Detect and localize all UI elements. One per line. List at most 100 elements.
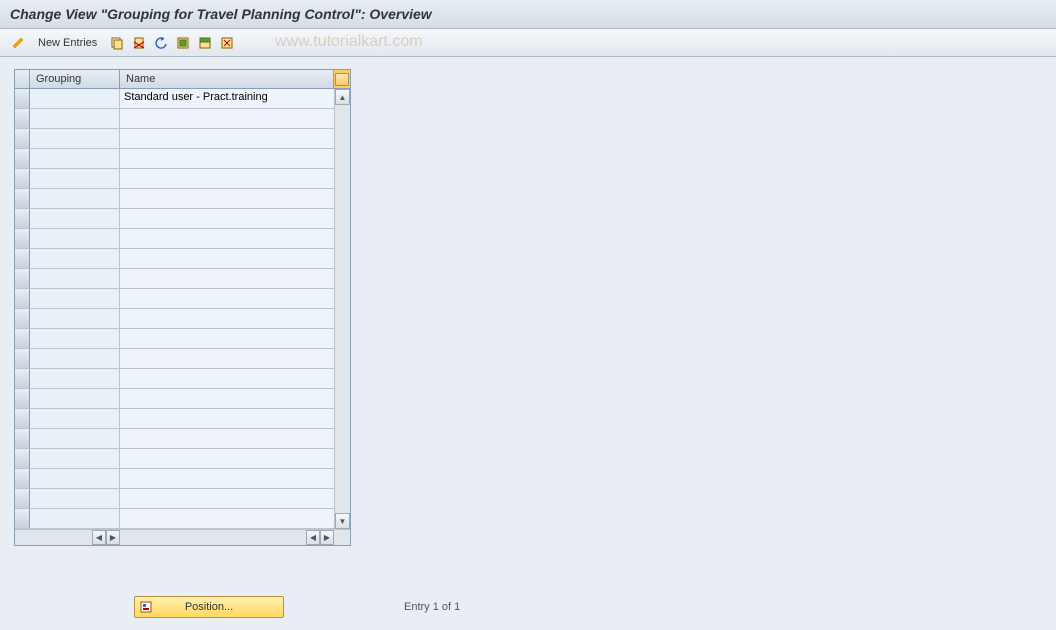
cell-grouping[interactable]	[30, 189, 120, 208]
table-row	[15, 129, 334, 149]
row-selector[interactable]	[15, 289, 30, 308]
cell-name[interactable]	[120, 109, 334, 128]
table-row	[15, 309, 334, 329]
cell-name[interactable]	[120, 229, 334, 248]
row-selector[interactable]	[15, 489, 30, 508]
row-selector[interactable]	[15, 109, 30, 128]
row-selector[interactable]	[15, 189, 30, 208]
row-selector[interactable]	[15, 229, 30, 248]
toggle-edit-icon[interactable]	[10, 35, 26, 51]
cell-name[interactable]: Standard user - Pract.training	[120, 89, 334, 108]
scroll-down-icon[interactable]: ▼	[335, 513, 350, 529]
cell-grouping[interactable]	[30, 229, 120, 248]
cell-grouping[interactable]	[30, 349, 120, 368]
cell-grouping[interactable]	[30, 129, 120, 148]
new-entries-button[interactable]: New Entries	[32, 37, 103, 49]
vertical-scrollbar[interactable]: ▲ ▼	[334, 89, 350, 529]
cell-name[interactable]	[120, 389, 334, 408]
row-selector[interactable]	[15, 509, 30, 528]
table-row	[15, 289, 334, 309]
undo-icon[interactable]	[153, 35, 169, 51]
cell-name[interactable]	[120, 429, 334, 448]
cell-name[interactable]	[120, 289, 334, 308]
cell-grouping[interactable]	[30, 309, 120, 328]
row-selector[interactable]	[15, 269, 30, 288]
row-selector[interactable]	[15, 89, 30, 108]
row-selector[interactable]	[15, 149, 30, 168]
scroll-up-icon[interactable]: ▲	[335, 89, 350, 105]
cell-name[interactable]	[120, 129, 334, 148]
cell-grouping[interactable]	[30, 169, 120, 188]
row-selector[interactable]	[15, 369, 30, 388]
position-button[interactable]: Position...	[134, 596, 284, 618]
hscroll-track[interactable]	[120, 530, 306, 545]
cell-name[interactable]	[120, 469, 334, 488]
row-selector[interactable]	[15, 409, 30, 428]
cell-grouping[interactable]	[30, 89, 120, 108]
cell-grouping[interactable]	[30, 249, 120, 268]
cell-grouping[interactable]	[30, 369, 120, 388]
cell-grouping[interactable]	[30, 149, 120, 168]
row-selector[interactable]	[15, 209, 30, 228]
column-header-name[interactable]: Name	[120, 70, 334, 88]
cell-name[interactable]	[120, 269, 334, 288]
watermark: www.tutorialkart.com	[275, 33, 423, 51]
cell-name[interactable]	[120, 409, 334, 428]
row-selector[interactable]	[15, 129, 30, 148]
row-selector[interactable]	[15, 469, 30, 488]
cell-grouping[interactable]	[30, 329, 120, 348]
table-row	[15, 329, 334, 349]
cell-name[interactable]	[120, 189, 334, 208]
scroll-right-icon-2[interactable]: ▶	[320, 530, 334, 545]
cell-name[interactable]	[120, 169, 334, 188]
select-all-rows[interactable]	[15, 70, 30, 88]
scroll-left-icon-2[interactable]: ◀	[306, 530, 320, 545]
cell-name[interactable]	[120, 349, 334, 368]
cell-name[interactable]	[120, 329, 334, 348]
cell-grouping[interactable]	[30, 389, 120, 408]
cell-grouping[interactable]	[30, 289, 120, 308]
scroll-left-icon[interactable]: ◀	[92, 530, 106, 545]
cell-grouping[interactable]	[30, 509, 120, 528]
scroll-track[interactable]	[335, 105, 350, 513]
row-selector[interactable]	[15, 249, 30, 268]
row-selector[interactable]	[15, 349, 30, 368]
row-selector[interactable]	[15, 449, 30, 468]
table-row	[15, 449, 334, 469]
cell-name[interactable]	[120, 209, 334, 228]
cell-grouping[interactable]	[30, 269, 120, 288]
row-selector[interactable]	[15, 309, 30, 328]
scroll-right-icon[interactable]: ▶	[106, 530, 120, 545]
cell-grouping[interactable]	[30, 429, 120, 448]
horizontal-scrollbar[interactable]: ◀ ▶ ◀ ▶	[15, 529, 350, 545]
cell-grouping[interactable]	[30, 209, 120, 228]
cell-grouping[interactable]	[30, 109, 120, 128]
row-selector[interactable]	[15, 389, 30, 408]
select-block-icon[interactable]	[197, 35, 213, 51]
table-row	[15, 249, 334, 269]
cell-name[interactable]	[120, 309, 334, 328]
cell-grouping[interactable]	[30, 449, 120, 468]
table-row	[15, 509, 334, 529]
table-row	[15, 409, 334, 429]
cell-name[interactable]	[120, 449, 334, 468]
table-row	[15, 169, 334, 189]
cell-grouping[interactable]	[30, 409, 120, 428]
cell-name[interactable]	[120, 369, 334, 388]
cell-grouping[interactable]	[30, 489, 120, 508]
row-selector[interactable]	[15, 329, 30, 348]
cell-name[interactable]	[120, 509, 334, 528]
row-selector[interactable]	[15, 169, 30, 188]
cell-grouping[interactable]	[30, 469, 120, 488]
row-selector[interactable]	[15, 429, 30, 448]
cell-name[interactable]	[120, 149, 334, 168]
delete-icon[interactable]	[131, 35, 147, 51]
cell-name[interactable]	[120, 489, 334, 508]
entry-count-text: Entry 1 of 1	[404, 601, 460, 613]
column-header-grouping[interactable]: Grouping	[30, 70, 120, 88]
copy-icon[interactable]	[109, 35, 125, 51]
table-config-icon[interactable]	[334, 70, 350, 88]
cell-name[interactable]	[120, 249, 334, 268]
select-all-icon[interactable]	[175, 35, 191, 51]
deselect-all-icon[interactable]	[219, 35, 235, 51]
